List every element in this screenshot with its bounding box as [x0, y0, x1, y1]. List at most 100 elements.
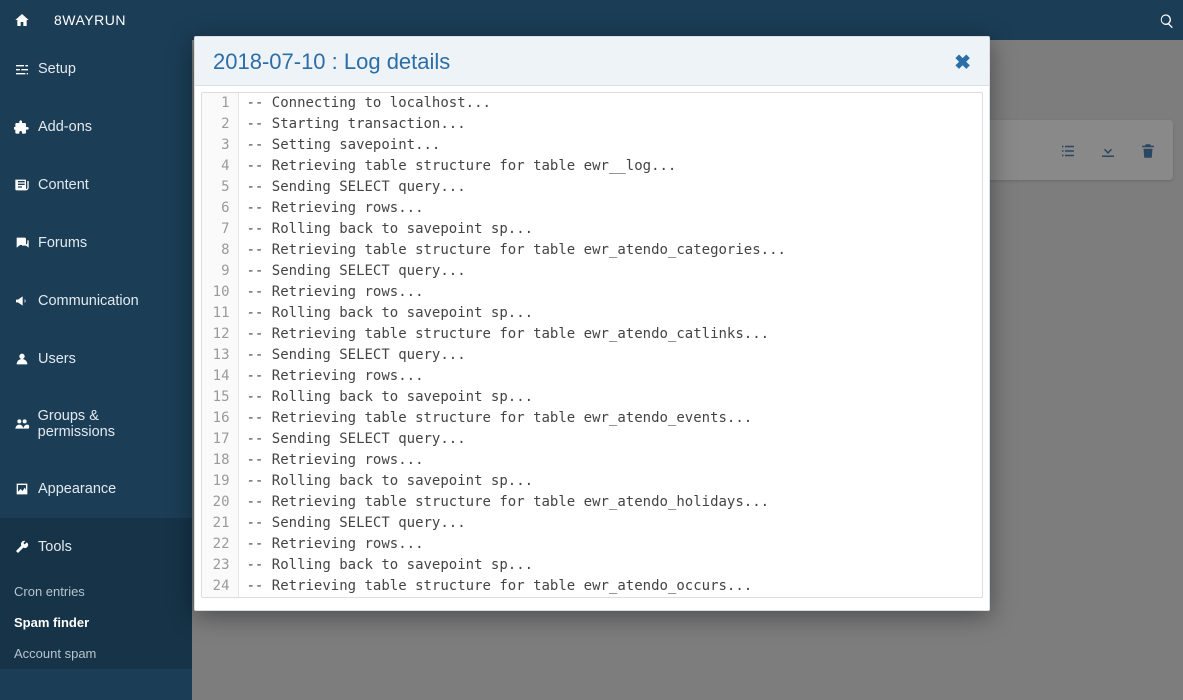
sidebar-subitem-label: Cron entries — [14, 584, 85, 599]
line-content: -- Retrieving table structure for table … — [238, 408, 982, 429]
code-line: 15-- Rolling back to savepoint sp... — [202, 387, 982, 408]
code-line: 1-- Connecting to localhost... — [202, 93, 982, 114]
code-line: 18-- Retrieving rows... — [202, 450, 982, 471]
line-number: 12 — [202, 324, 238, 345]
line-content: -- Sending SELECT query... — [238, 513, 982, 534]
sidebar-item-label: Tools — [38, 539, 72, 555]
code-line: 13-- Sending SELECT query... — [202, 345, 982, 366]
line-content: -- Rolling back to savepoint sp... — [238, 555, 982, 576]
sidebar-item-label: Add-ons — [38, 119, 92, 135]
line-number: 15 — [202, 387, 238, 408]
sidebar-subitem-label: Spam finder — [14, 615, 89, 630]
line-content: -- Retrieving table structure for table … — [238, 240, 982, 261]
sidebar-item-add-ons[interactable]: Add-ons — [0, 98, 192, 156]
line-content: -- Retrieving rows... — [238, 450, 982, 471]
line-content: -- Sending SELECT query... — [238, 429, 982, 450]
sidebar-item-groups-permissions[interactable]: Groups & permissions — [0, 388, 192, 460]
sidebar-item-label: Appearance — [38, 481, 116, 497]
bullhorn-icon — [14, 292, 38, 310]
line-number: 22 — [202, 534, 238, 555]
line-number: 4 — [202, 156, 238, 177]
line-content: -- Sending SELECT query... — [238, 261, 982, 282]
line-content: -- Rolling back to savepoint sp... — [238, 303, 982, 324]
line-number: 5 — [202, 177, 238, 198]
wrench-icon — [14, 538, 38, 556]
line-content: -- Rolling back to savepoint sp... — [238, 471, 982, 492]
code-line: 22-- Retrieving rows... — [202, 534, 982, 555]
code-line: 12-- Retrieving table structure for tabl… — [202, 324, 982, 345]
line-number: 20 — [202, 492, 238, 513]
line-number: 23 — [202, 555, 238, 576]
sidebar-item-users[interactable]: Users — [0, 330, 192, 388]
line-content: -- Retrieving rows... — [238, 366, 982, 387]
line-number: 11 — [202, 303, 238, 324]
sidebar-item-content[interactable]: Content — [0, 156, 192, 214]
code-line: 3-- Setting savepoint... — [202, 135, 982, 156]
line-content: -- Setting savepoint... — [238, 135, 982, 156]
sidebar-item-appearance[interactable]: Appearance — [0, 460, 192, 518]
code-line: 14-- Retrieving rows... — [202, 366, 982, 387]
sidebar-subitem-spam-finder[interactable]: Spam finder — [0, 607, 192, 638]
sidebar-item-label: Setup — [38, 61, 76, 77]
group-icon — [14, 415, 38, 433]
modal-title: 2018-07-10 : Log details — [213, 49, 450, 75]
line-number: 13 — [202, 345, 238, 366]
newspaper-icon — [14, 176, 38, 194]
log-details-modal: 2018-07-10 : Log details ✖ 1-- Connectin… — [194, 36, 990, 611]
line-number: 3 — [202, 135, 238, 156]
sidebar-subitem-account-spam[interactable]: Account spam — [0, 638, 192, 669]
line-content: -- Starting transaction... — [238, 114, 982, 135]
line-number: 8 — [202, 240, 238, 261]
sidebar-item-label: Content — [38, 177, 89, 193]
sidebar-item-tools[interactable]: Tools — [0, 518, 192, 576]
line-number: 1 — [202, 93, 238, 114]
code-line: 5-- Sending SELECT query... — [202, 177, 982, 198]
brand-title[interactable]: 8WAYRUN — [54, 12, 126, 28]
code-line: 19-- Rolling back to savepoint sp... — [202, 471, 982, 492]
code-line: 24-- Retrieving table structure for tabl… — [202, 576, 982, 597]
line-number: 24 — [202, 576, 238, 597]
sidebar-item-setup[interactable]: Setup — [0, 40, 192, 98]
topbar: 8WAYRUN — [0, 0, 1183, 40]
line-content: -- Retrieving rows... — [238, 198, 982, 219]
line-content: -- Sending SELECT query... — [238, 345, 982, 366]
search-icon[interactable] — [1159, 12, 1175, 30]
line-content: -- Retrieving table structure for table … — [238, 576, 982, 597]
sidebar-subitem-cron-entries[interactable]: Cron entries — [0, 576, 192, 607]
image-icon — [14, 480, 38, 498]
line-number: 9 — [202, 261, 238, 282]
puzzle-icon — [14, 118, 38, 136]
sidebar-item-communication[interactable]: Communication — [0, 272, 192, 330]
home-icon[interactable] — [14, 11, 30, 29]
line-content: -- Retrieving table structure for table … — [238, 156, 982, 177]
code-scroll[interactable]: 1-- Connecting to localhost...2-- Starti… — [202, 93, 982, 597]
sliders-icon — [14, 60, 38, 78]
close-icon[interactable]: ✖ — [954, 50, 971, 75]
code-line: 20-- Retrieving table structure for tabl… — [202, 492, 982, 513]
sidebar-item-label: Forums — [38, 235, 87, 251]
line-content: -- Retrieving rows... — [238, 534, 982, 555]
sidebar-subitem-label: Account spam — [14, 646, 96, 661]
line-content: -- Retrieving table structure for table … — [238, 324, 982, 345]
comments-icon — [14, 234, 38, 252]
sidebar-item-forums[interactable]: Forums — [0, 214, 192, 272]
line-number: 2 — [202, 114, 238, 135]
line-number: 10 — [202, 282, 238, 303]
code-line: 21-- Sending SELECT query... — [202, 513, 982, 534]
code-line: 7-- Rolling back to savepoint sp... — [202, 219, 982, 240]
line-number: 16 — [202, 408, 238, 429]
code-line: 16-- Retrieving table structure for tabl… — [202, 408, 982, 429]
code-viewer: 1-- Connecting to localhost...2-- Starti… — [201, 92, 983, 598]
line-content: -- Sending SELECT query... — [238, 177, 982, 198]
line-number: 7 — [202, 219, 238, 240]
modal-header: 2018-07-10 : Log details ✖ — [195, 37, 989, 86]
sidebar-item-label: Communication — [38, 293, 139, 309]
code-line: 10-- Retrieving rows... — [202, 282, 982, 303]
line-number: 17 — [202, 429, 238, 450]
line-number: 18 — [202, 450, 238, 471]
line-content: -- Rolling back to savepoint sp... — [238, 219, 982, 240]
line-number: 21 — [202, 513, 238, 534]
modal-body: 1-- Connecting to localhost...2-- Starti… — [195, 86, 989, 610]
user-icon — [14, 350, 38, 368]
line-content: -- Rolling back to savepoint sp... — [238, 387, 982, 408]
